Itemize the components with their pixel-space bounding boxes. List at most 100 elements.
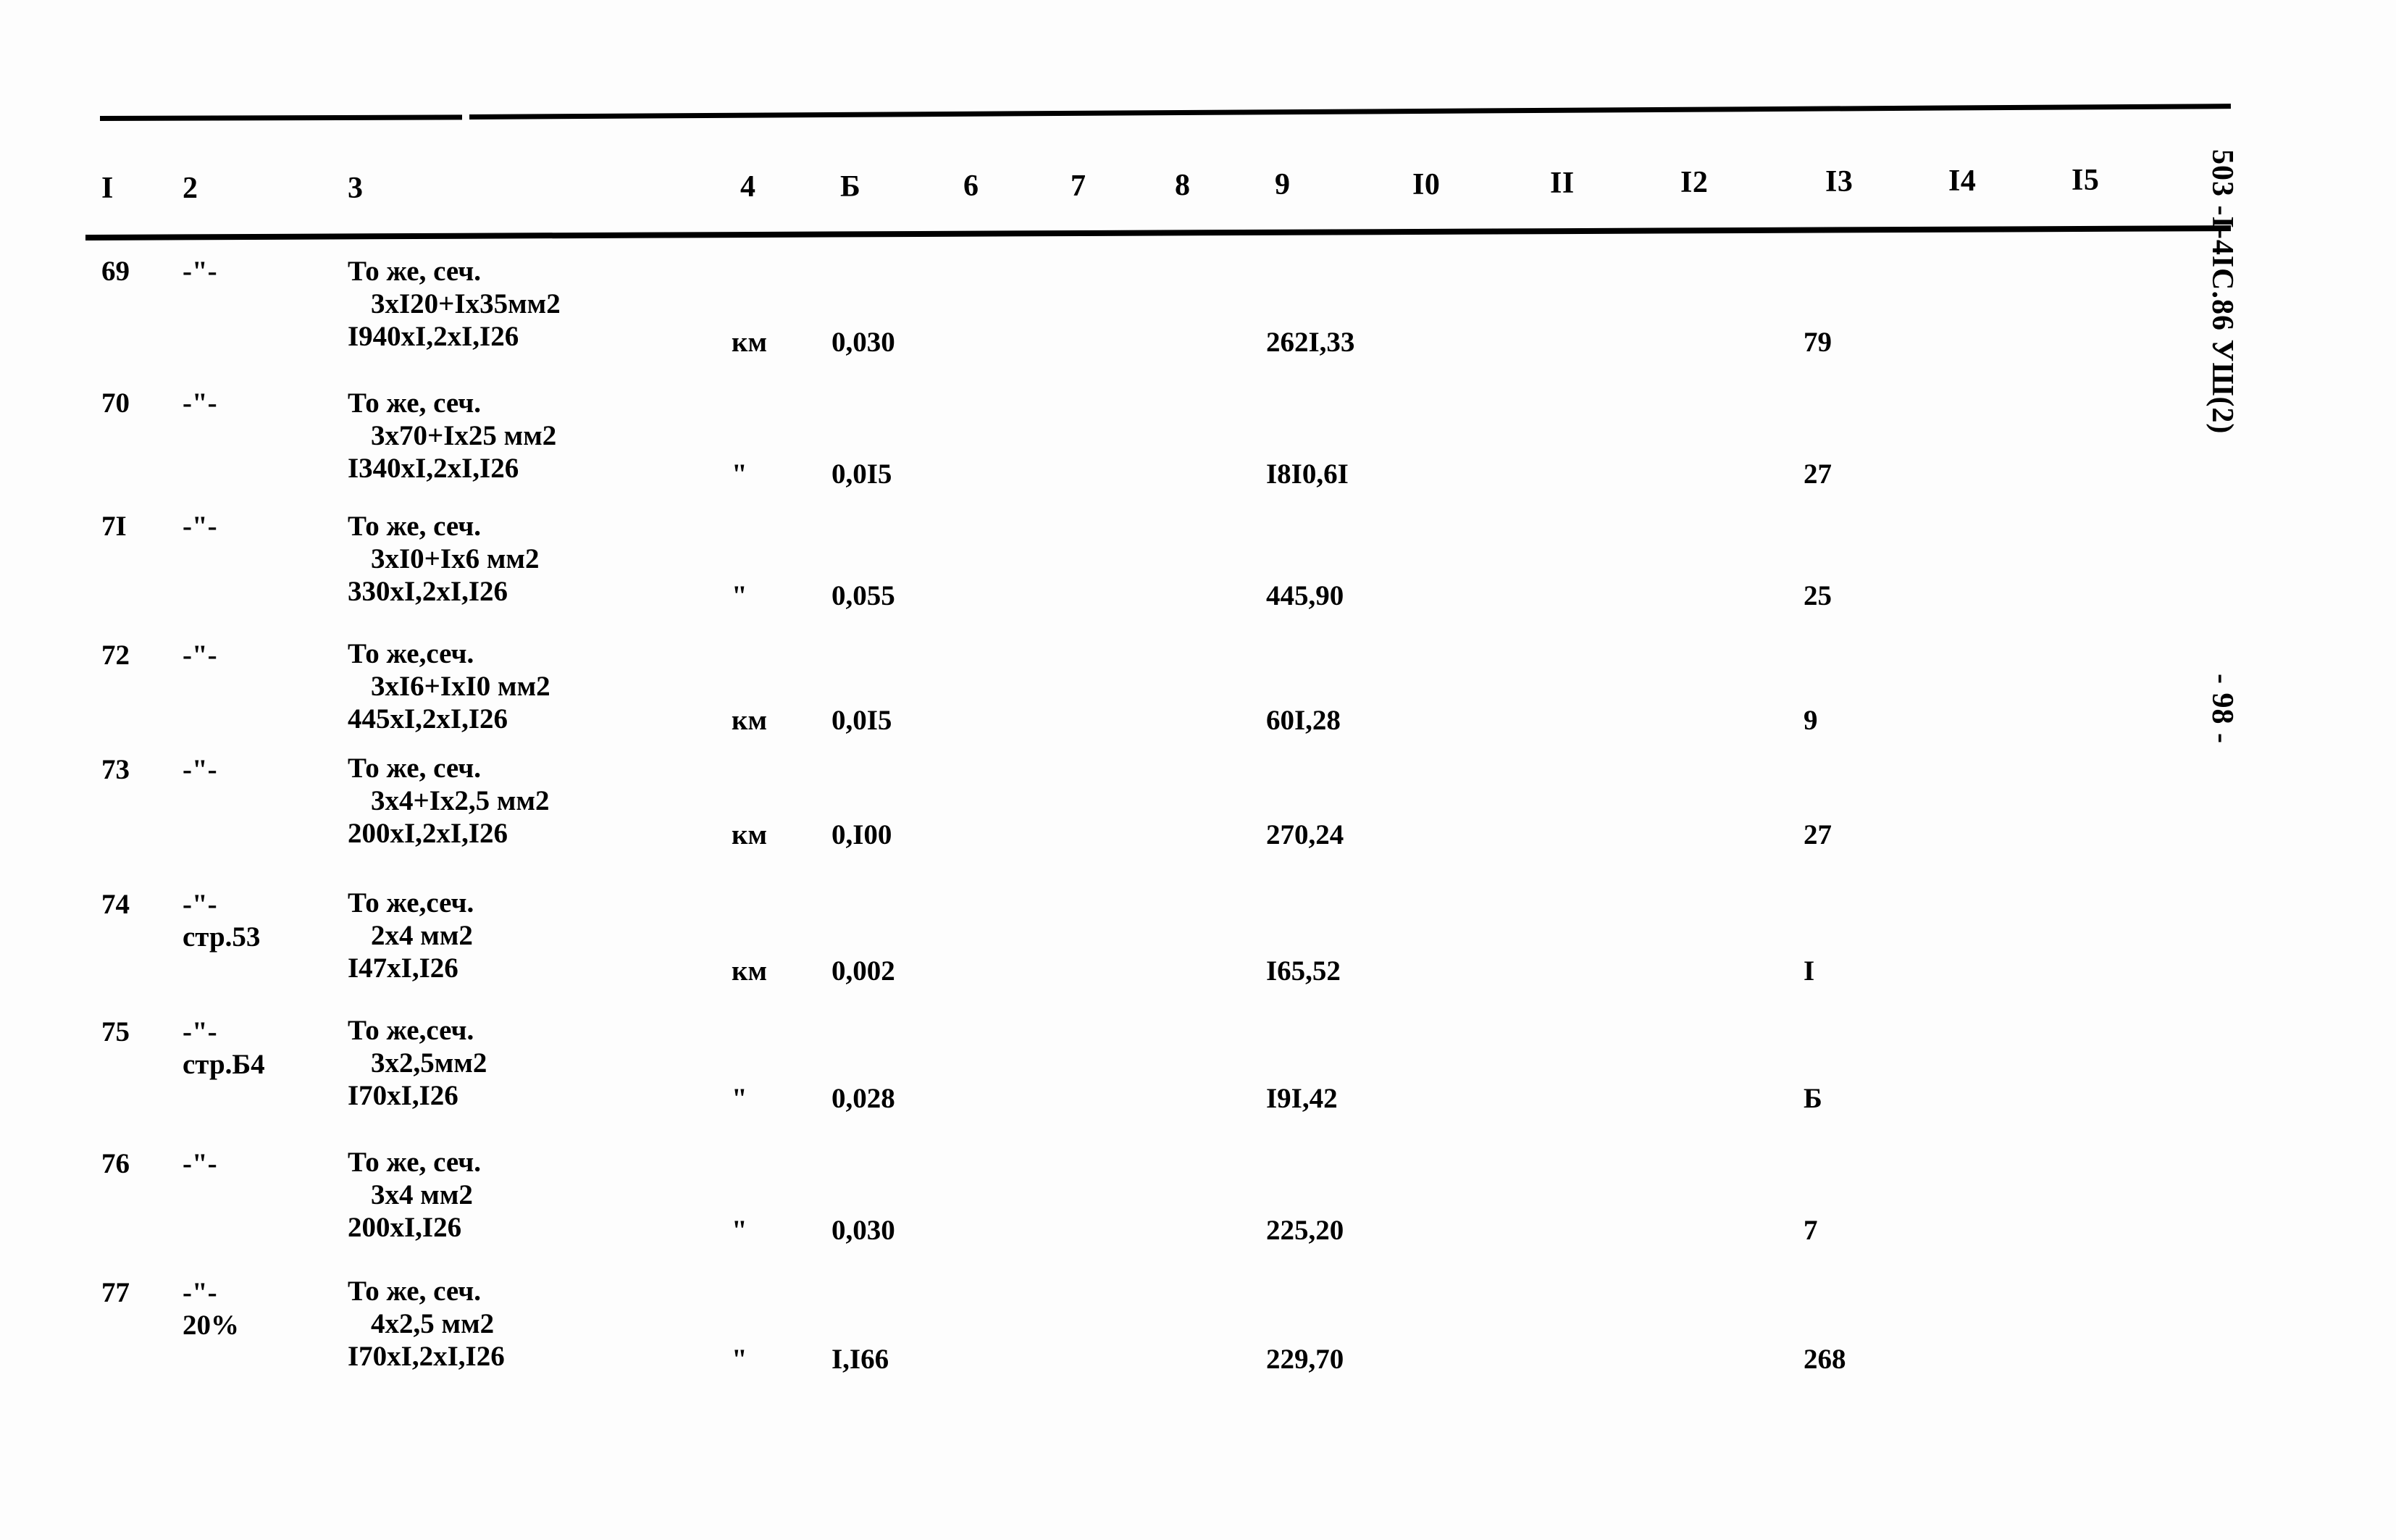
- description-line-3: I70xI,2xI,I26: [348, 1341, 505, 1372]
- row-unit-price: 60I,28: [1266, 705, 1341, 736]
- ditto-mark: -"-: [183, 889, 217, 920]
- row-unit: ": [732, 1083, 747, 1114]
- row-total: I: [1804, 955, 1815, 987]
- row-quantity: 0,002: [832, 955, 895, 987]
- table-top-rule-left: [99, 114, 463, 121]
- description-line-3: I940xI,2xI,I26: [348, 321, 519, 352]
- row-total: 27: [1804, 819, 1832, 850]
- column-header-11: II: [1550, 167, 1575, 200]
- table-header-underline: [85, 225, 2231, 240]
- column-header-15: I5: [2072, 164, 2100, 197]
- ditto-mark: -"-: [183, 754, 217, 785]
- document-page: I 2 3 4 Б 6 7 8 9 I0 II I2 I3 I4 I5 69 -"- То же, сеч. 3x…: [0, 0, 2396, 1540]
- row-total: 27: [1804, 459, 1832, 490]
- row-unit-price: 229,70: [1266, 1344, 1344, 1375]
- row-reference: -"-: [183, 387, 335, 419]
- column-header-12: I2: [1680, 166, 1709, 199]
- description-line-2: 3x4 мм2: [371, 1179, 473, 1210]
- ditto-mark: -"-: [183, 1148, 217, 1179]
- row-reference: -"-: [183, 1147, 335, 1180]
- row-description: То же,сеч. 2x4 мм2 I47xI,I26: [348, 887, 724, 984]
- row-total: 9: [1804, 705, 1818, 736]
- description-line-2: 3x2,5мм2: [371, 1047, 487, 1079]
- column-header-3: 3: [348, 172, 364, 205]
- row-unit-price: I9I,42: [1266, 1083, 1338, 1114]
- column-header-1: I: [101, 172, 114, 205]
- description-line-1: То же, сеч.: [348, 511, 481, 542]
- ditto-mark: -"-: [183, 1277, 217, 1308]
- row-number: 76: [101, 1148, 130, 1179]
- row-description: То же, сеч. 3xI20+Ix35мм2 I940xI,2xI,I26: [348, 255, 724, 353]
- column-header-6: 6: [963, 170, 979, 203]
- row-number: 77: [101, 1277, 130, 1308]
- row-description: То же, сеч. 4x2,5 мм2 I70xI,2xI,I26: [348, 1275, 724, 1373]
- column-header-13: I3: [1825, 165, 1853, 198]
- column-header-2: 2: [183, 172, 198, 205]
- margin-page-number: - 98 -: [2206, 674, 2239, 744]
- row-quantity: 0,I00: [832, 819, 892, 850]
- column-header-9: 9: [1275, 168, 1291, 201]
- row-unit-price: 270,24: [1266, 819, 1344, 850]
- row-quantity: I,I66: [832, 1344, 889, 1375]
- row-quantity: 0,0I5: [832, 459, 892, 490]
- row-number: 69: [101, 256, 130, 287]
- ditto-mark: -"-: [183, 388, 217, 419]
- row-description: То же, сеч. 3xI0+Ix6 мм2 330xI,2xI,I26: [348, 510, 724, 608]
- description-line-1: То же, сеч.: [348, 388, 481, 419]
- row-total: 25: [1804, 580, 1832, 611]
- table-top-rule-right: [469, 104, 2231, 120]
- row-quantity: 0,0I5: [832, 705, 892, 736]
- row-description: То же, сеч. 3x4 мм2 200xI,I26: [348, 1146, 724, 1244]
- description-line-1: То же,сеч.: [348, 1015, 474, 1046]
- row-reference: -"-: [183, 753, 335, 786]
- row-number: 70: [101, 388, 130, 419]
- row-reference: -"- стр.Б4: [183, 1016, 335, 1081]
- row-unit-price: 262I,33: [1266, 327, 1355, 358]
- row-unit: ": [732, 1215, 747, 1246]
- row-reference: -"-: [183, 255, 335, 288]
- description-line-2: 4x2,5 мм2: [371, 1308, 495, 1339]
- ditto-mark: -"-: [183, 1016, 217, 1047]
- description-line-3: I70xI,I26: [348, 1080, 458, 1111]
- description-line-2: 3xI0+Ix6 мм2: [371, 543, 540, 574]
- row-number: 75: [101, 1016, 130, 1047]
- row-description: То же, сеч. 3x4+Ix2,5 мм2 200xI,2xI,I26: [348, 752, 724, 850]
- description-line-1: То же, сеч.: [348, 256, 481, 287]
- row-quantity: 0,030: [832, 327, 895, 358]
- row-number: 72: [101, 640, 130, 671]
- row-number: 74: [101, 889, 130, 920]
- row-unit: ": [732, 1344, 747, 1375]
- row-unit-price: 225,20: [1266, 1215, 1344, 1246]
- row-description: То же, сеч. 3x70+Ix25 мм2 I340xI,2xI,I26: [348, 387, 724, 485]
- row-unit: км: [732, 955, 768, 987]
- row-description: То же,сеч. 3xI6+IxI0 мм2 445xI,2xI,I26: [348, 637, 724, 735]
- row-unit: км: [732, 327, 768, 358]
- row-unit-price: I8I0,6I: [1266, 459, 1349, 490]
- margin-document-code: 503 -I-4IC.86 УШ(2): [2206, 149, 2239, 435]
- row-unit: ": [732, 459, 747, 490]
- description-line-3: 330xI,2xI,I26: [348, 576, 508, 607]
- row-quantity: 0,055: [832, 580, 895, 611]
- description-line-1: То же, сеч.: [348, 1276, 481, 1307]
- description-line-1: То же,сеч.: [348, 638, 474, 669]
- description-line-2: 3xI20+Ix35мм2: [371, 288, 561, 319]
- description-line-1: То же, сеч.: [348, 1147, 481, 1178]
- column-header-4: 4: [740, 170, 756, 204]
- table-header-row: I 2 3 4 Б 6 7 8 9 I0 II I2 I3 I4 I5: [0, 164, 2245, 212]
- description-line-1: То же,сеч.: [348, 887, 474, 918]
- description-line-2: 3x4+Ix2,5 мм2: [371, 785, 550, 816]
- description-line-3: I340xI,2xI,I26: [348, 453, 519, 484]
- row-total: 268: [1804, 1344, 1846, 1375]
- row-reference: -"-: [183, 639, 335, 671]
- row-quantity: 0,030: [832, 1215, 895, 1246]
- row-total: 79: [1804, 327, 1832, 358]
- row-reference: -"- 20%: [183, 1276, 335, 1342]
- description-line-1: То же, сеч.: [348, 753, 481, 784]
- ditto-mark: -"-: [183, 256, 217, 287]
- reference-sub: стр.Б4: [183, 1049, 265, 1080]
- row-reference: -"-: [183, 510, 335, 543]
- column-header-10: I0: [1412, 168, 1441, 201]
- row-number: 7I: [101, 511, 127, 542]
- reference-sub: стр.53: [183, 921, 261, 953]
- description-line-3: I47xI,I26: [348, 953, 458, 984]
